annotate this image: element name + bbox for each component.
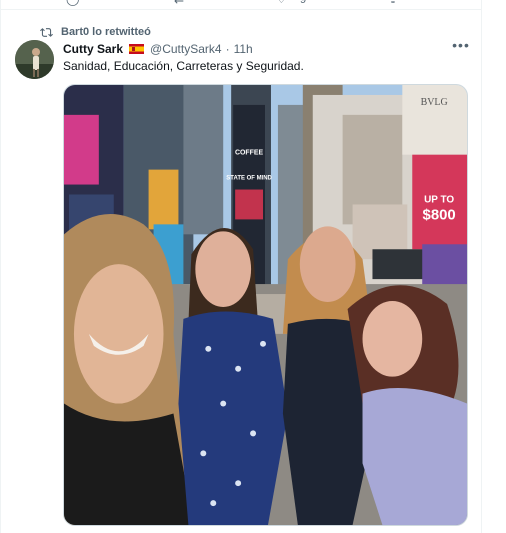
more-options-icon[interactable]: ••• [452,38,470,56]
billboard-text-coffee: COFFEE [235,150,264,157]
tweet-text: Sanidad, Educación, Carreteras y Segurid… [63,59,304,73]
billboard-text-bvlg: BVLG [421,97,448,108]
retweeted-by-label[interactable]: Bart0 lo retwitteó [61,26,151,38]
tweet-time[interactable]: 11h [234,42,253,56]
tweet-header: Cutty Sark @CuttySark4 · 11h [63,40,253,57]
billboard-text-state: STATE OF MIND [226,176,272,182]
times-square-photo: COFFEE STATE OF MIND BVLG UP TO $800 [64,85,467,525]
billboard-text-price: $800 [423,206,456,223]
like-icon[interactable]: ♡ [276,0,292,6]
spain-flag-icon [129,43,145,54]
retweet-icon[interactable]: ⇄ [174,0,190,6]
like-count: 9 [300,0,307,6]
reply-icon[interactable]: ◯ [66,0,82,6]
separator: · [225,41,230,56]
author-name[interactable]: Cutty Sark [63,42,123,56]
share-icon[interactable]: ⇪ [388,0,404,6]
previous-tweet-actions: ◯ ⇄ ♡ 9 ⇪ [0,0,482,10]
retweet-icon [40,27,53,37]
author-handle[interactable]: @CuttySark4 [150,42,222,56]
billboard-text-upto: UP TO [424,194,454,205]
retweet-context: Bart0 lo retwitteó [40,24,151,40]
avatar[interactable] [15,40,54,79]
tweet-photo[interactable]: COFFEE STATE OF MIND BVLG UP TO $800 [63,84,468,526]
